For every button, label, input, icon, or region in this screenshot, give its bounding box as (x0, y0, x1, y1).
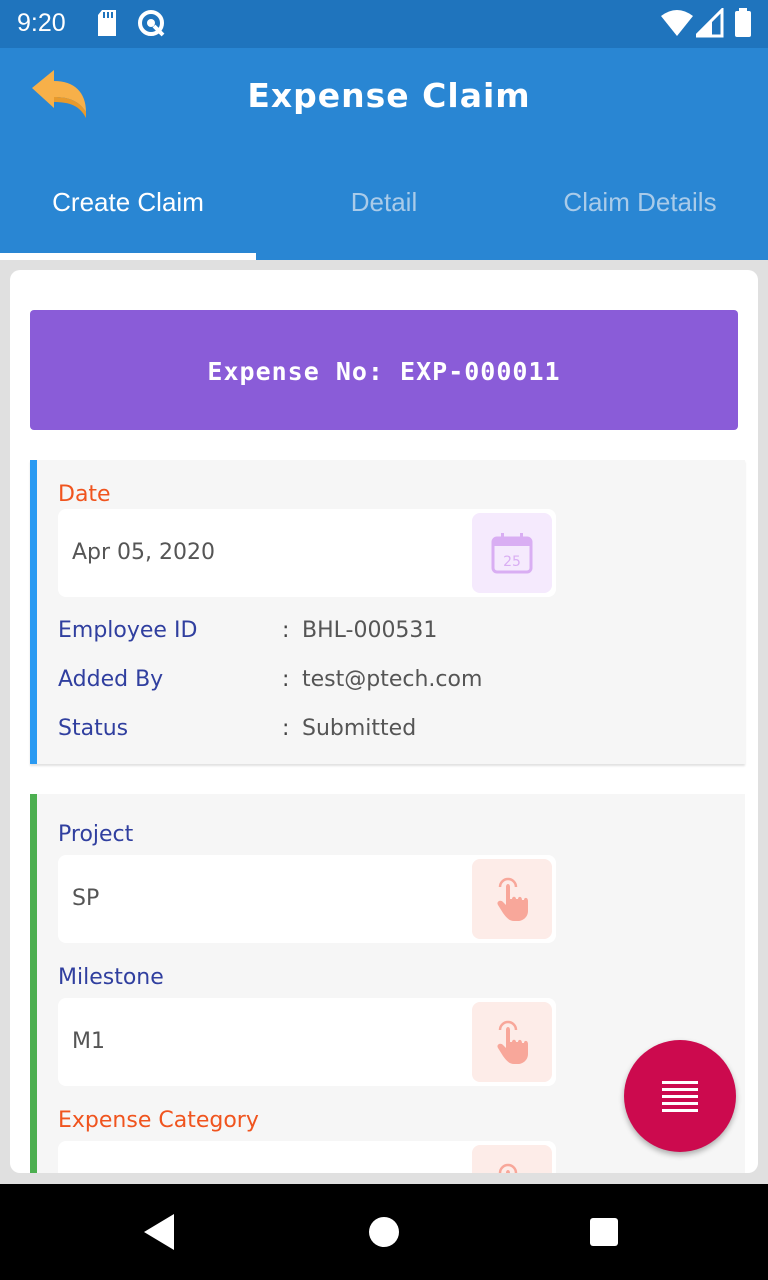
added-by-label: Added By (58, 667, 164, 692)
page-title: Expense Claim (247, 76, 531, 115)
milestone-label: Milestone (58, 965, 164, 990)
calendar-icon: 25 (491, 533, 533, 574)
project-label: Project (58, 822, 134, 847)
milestone-select-button[interactable] (472, 1002, 552, 1082)
tab-detail[interactable]: Detail (256, 162, 512, 260)
expense-category-select-button[interactable] (472, 1145, 552, 1173)
date-value: Apr 05, 2020 (72, 540, 216, 565)
nav-recents-icon (590, 1218, 618, 1246)
date-field[interactable]: Apr 05, 2020 25 (58, 509, 556, 597)
status-bar: 9:20 (0, 0, 768, 48)
sd-card-icon (98, 10, 116, 36)
menu-fab-button[interactable] (624, 1040, 736, 1152)
nav-home-icon (369, 1217, 399, 1247)
employee-id-label: Employee ID (58, 618, 198, 643)
vpn-icon (138, 10, 165, 37)
added-by-value: test@ptech.com (302, 667, 483, 692)
expense-category-label: Expense Category (58, 1108, 259, 1133)
tab-indicator (0, 253, 256, 260)
system-nav-bar (0, 1184, 768, 1280)
status-value: Submitted (302, 716, 417, 741)
signal-icon (696, 8, 724, 38)
nav-recents-button[interactable] (580, 1208, 628, 1256)
employee-id-value: BHL-000531 (302, 618, 438, 643)
colon-separator: : (282, 716, 290, 741)
nav-back-button[interactable] (136, 1208, 184, 1256)
expense-number-banner: Expense No: EXP-000011 (30, 310, 738, 430)
tab-claim-details[interactable]: Claim Details (512, 162, 768, 260)
nav-back-icon (144, 1214, 174, 1250)
status-time: 9:20 (17, 9, 66, 37)
project-select-button[interactable] (472, 859, 552, 939)
employee-id-row: Employee ID : BHL-000531 (58, 618, 738, 652)
touch-icon (498, 1163, 518, 1173)
date-picker-button[interactable]: 25 (472, 513, 552, 593)
status-label: Status (58, 716, 129, 741)
nav-home-button[interactable] (360, 1208, 408, 1256)
milestone-value: M1 (72, 1029, 105, 1054)
colon-separator: : (282, 667, 290, 692)
milestone-field[interactable]: M1 (58, 998, 556, 1086)
battery-icon (735, 8, 751, 37)
menu-icon (662, 1081, 698, 1112)
date-label: Date (58, 482, 111, 507)
touch-icon (497, 877, 528, 921)
tab-bar: Create Claim Detail Claim Details (0, 162, 768, 260)
colon-separator: : (282, 618, 290, 643)
content-panel: Expense No: EXP-000011 Date Apr 05, 2020… (10, 270, 758, 1173)
calendar-day-text: 25 (503, 554, 521, 570)
tab-create-claim[interactable]: Create Claim (0, 162, 256, 260)
added-by-row: Added By : test@ptech.com (58, 667, 738, 701)
project-value: SP (72, 886, 100, 911)
touch-icon (497, 1020, 528, 1064)
app-bar: Expense Claim Create Claim Detail Claim … (0, 48, 768, 260)
status-row: Status : Submitted (58, 716, 738, 750)
project-field[interactable]: SP (58, 855, 556, 943)
wifi-icon (661, 10, 693, 36)
expense-category-field[interactable] (58, 1141, 556, 1173)
claim-info-card: Date Apr 05, 2020 25 Employee ID : BHL-0… (30, 460, 745, 764)
